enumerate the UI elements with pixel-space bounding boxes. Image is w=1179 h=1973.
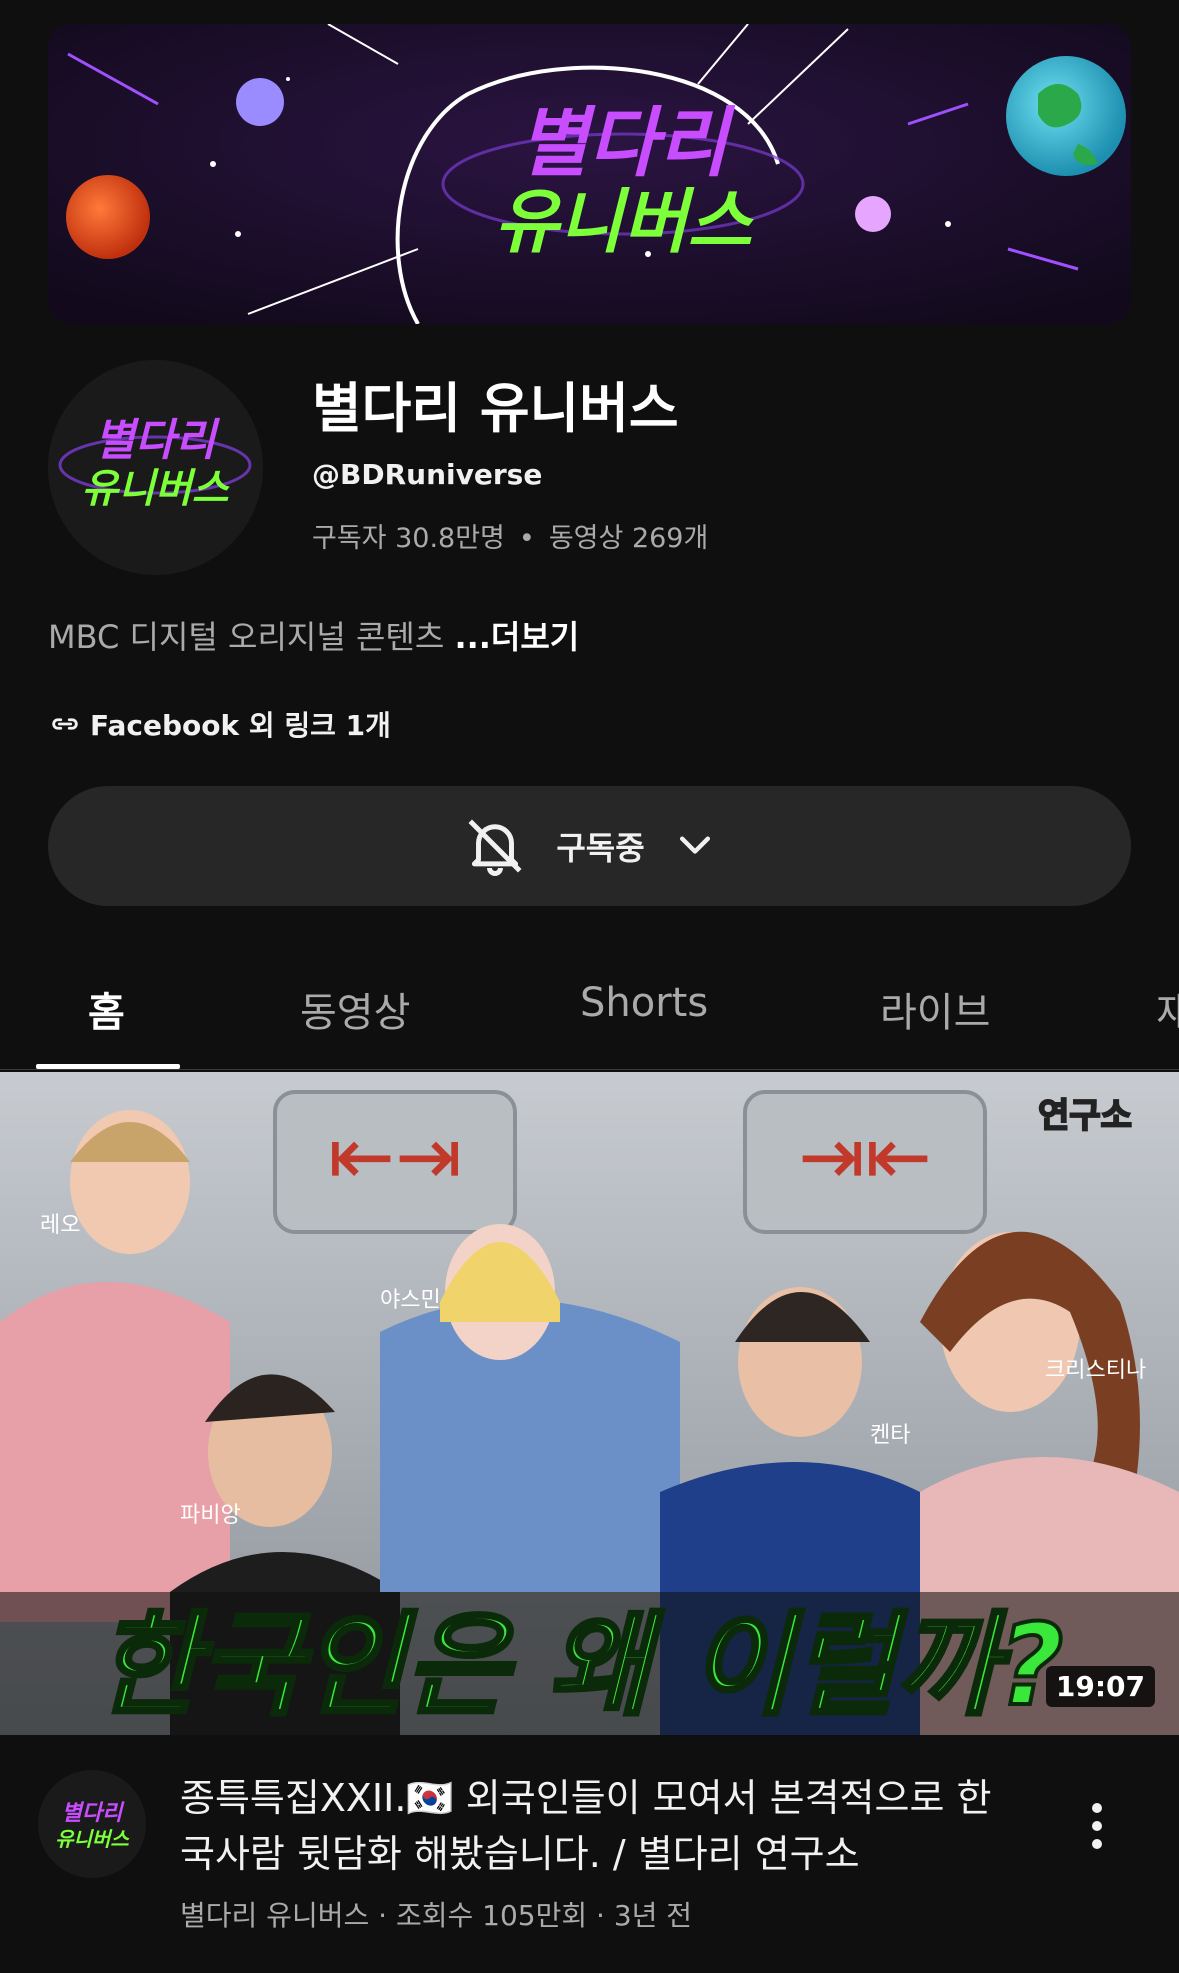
- stats-separator: •: [518, 523, 535, 554]
- thumbnail-name-5: 크리스티나: [1045, 1358, 1146, 1383]
- tab-shorts[interactable]: Shorts: [580, 980, 708, 1026]
- video-avatar-line1: 별다리: [62, 1801, 125, 1826]
- channel-handle: @BDRuniverse: [312, 458, 543, 491]
- more-options-icon[interactable]: [1072, 1786, 1122, 1866]
- meta-separator: ·: [378, 1899, 388, 1932]
- video-thumbnail[interactable]: ⇤⇥ ⇥⇤ 한국인은 왜 이럴까? 연구소 레오 야스민 파비앙 켄타 크리스티…: [0, 1072, 1179, 1735]
- tab-videos[interactable]: 동영상: [300, 980, 410, 1038]
- channel-name: 별다리 유니버스: [312, 377, 679, 440]
- video-channel-name[interactable]: 별다리 유니버스: [180, 1899, 369, 1932]
- video-count: 동영상 269개: [548, 523, 709, 554]
- channel-banner: 별다리 유니버스: [48, 24, 1131, 324]
- channel-header: 별다리 유니버스 별다리 유니버스 @BDRuniverse 구독자 30.8만…: [48, 360, 1131, 575]
- meta-separator: ·: [596, 1899, 605, 1932]
- channel-links[interactable]: Facebook 외 링크 1개: [48, 704, 391, 744]
- video-metadata: 별다리 유니버스 · 조회수 105만회 · 3년 전: [180, 1894, 692, 1934]
- channel-tabs: 홈 동영상 Shorts 라이브 재: [0, 940, 1179, 1070]
- banner-logo-line1: 별다리: [518, 98, 736, 187]
- video-duration: 19:07: [1045, 1666, 1155, 1707]
- channel-avatar[interactable]: 별다리 유니버스: [48, 360, 263, 575]
- avatar-logo-line1: 별다리: [94, 415, 220, 466]
- description-text: MBC 디지털 오리지널 콘텐츠: [48, 618, 455, 656]
- thumbnail-art: ⇤⇥ ⇥⇤ 한국인은 왜 이럴까? 연구소 레오 야스민 파비앙 켄타 크리스티…: [0, 1072, 1179, 1735]
- channel-description[interactable]: MBC 디지털 오리지널 콘텐츠 ...더보기: [48, 612, 579, 658]
- banner-art: 별다리 유니버스: [48, 24, 1131, 324]
- tab-playlists[interactable]: 재: [1156, 980, 1179, 1038]
- thumbnail-name-4: 켄타: [870, 1423, 910, 1448]
- link-icon: [52, 718, 78, 730]
- links-label: Facebook 외 링크 1개: [90, 709, 391, 742]
- channel-stats: 구독자 30.8만명 • 동영상 269개: [312, 516, 708, 555]
- svg-text:⇤⇥: ⇤⇥: [328, 1110, 462, 1203]
- thumbnail-name-3: 파비앙: [180, 1503, 241, 1528]
- subscriber-count: 구독자 30.8만명: [312, 523, 505, 554]
- video-age: 3년 전: [613, 1899, 693, 1932]
- subscribed-label: 구독중: [556, 829, 645, 867]
- thumbnail-name-2: 야스민: [380, 1288, 441, 1313]
- video-details: 별다리 유니버스 종특특집XXII.🇰🇷 외국인들이 모여서 본격적으로 한국사…: [0, 1770, 1179, 1970]
- active-tab-indicator: [36, 1064, 180, 1069]
- thumbnail-caption: 한국인은 왜 이럴까?: [96, 1601, 1063, 1731]
- video-channel-avatar[interactable]: 별다리 유니버스: [38, 1770, 146, 1878]
- subscribed-button[interactable]: 구독중: [48, 786, 1131, 906]
- tab-home[interactable]: 홈: [88, 980, 125, 1038]
- thumbnail-name-1: 레오: [40, 1213, 80, 1238]
- channel-avatar-logo: 별다리 유니버스: [48, 360, 263, 575]
- banner-logo-line2: 유니버스: [494, 181, 754, 263]
- video-channel-avatar-logo: 별다리 유니버스: [38, 1770, 146, 1878]
- video-avatar-line2: 유니버스: [55, 1827, 130, 1851]
- more-link[interactable]: ...더보기: [454, 618, 579, 656]
- video-title[interactable]: 종특특집XXII.🇰🇷 외국인들이 모여서 본격적으로 한국사람 뒷담화 해봤습…: [180, 1770, 1010, 1882]
- video-views: 조회수 105만회: [395, 1899, 588, 1932]
- svg-text:⇥⇤: ⇥⇤: [798, 1110, 932, 1203]
- bell-off-icon: [468, 819, 522, 876]
- thumbnail-corner-badge: 연구소: [1038, 1096, 1132, 1136]
- avatar-logo-line2: 유니버스: [81, 466, 230, 512]
- chevron-down-icon: [679, 836, 710, 854]
- tab-live[interactable]: 라이브: [880, 980, 990, 1038]
